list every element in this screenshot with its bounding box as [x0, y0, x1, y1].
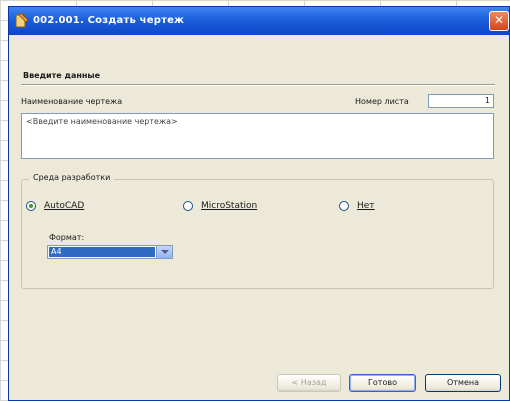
environment-group-box: [21, 179, 494, 289]
chevron-down-icon[interactable]: [156, 246, 172, 258]
radio-autocad-label: AutoCAD: [44, 201, 85, 211]
radio-none-label: Нет: [357, 201, 375, 211]
window-title: 002.001. Создать чертеж: [33, 15, 185, 26]
drawing-name-label: Наименование чертежа: [21, 97, 123, 106]
radio-unselected-icon: [183, 201, 193, 211]
cancel-button[interactable]: Отмена: [425, 374, 501, 392]
close-button[interactable]: ✕: [489, 11, 509, 31]
sheet-number-input[interactable]: 1: [428, 94, 494, 108]
create-drawing-dialog: 002.001. Создать чертеж ✕ Введите данные…: [8, 6, 510, 401]
format-selected-value: A4: [49, 247, 155, 257]
radio-selected-icon: [26, 201, 36, 211]
title-bar[interactable]: 002.001. Создать чертеж ✕: [9, 7, 509, 35]
back-button[interactable]: < Назад: [277, 374, 341, 392]
radio-autocad[interactable]: AutoCAD: [26, 201, 84, 211]
section-divider: [21, 84, 495, 86]
radio-unselected-icon: [339, 201, 349, 211]
drawing-pencil-icon: [15, 12, 29, 28]
format-select[interactable]: A4: [47, 245, 173, 259]
radio-none[interactable]: Нет: [339, 201, 375, 211]
sheet-number-label: Номер листа: [355, 97, 409, 106]
radio-microstation-label: MicroStation: [201, 201, 258, 211]
section-title: Введите данные: [23, 71, 101, 80]
close-icon: ✕: [493, 13, 505, 27]
ready-button[interactable]: Готово: [349, 374, 416, 392]
radio-microstation[interactable]: MicroStation: [183, 201, 257, 211]
drawing-name-input[interactable]: <Введите наименование чертежа>: [21, 113, 494, 159]
format-label: Формат:: [49, 233, 85, 242]
environment-group-legend: Среда разработки: [29, 173, 115, 182]
